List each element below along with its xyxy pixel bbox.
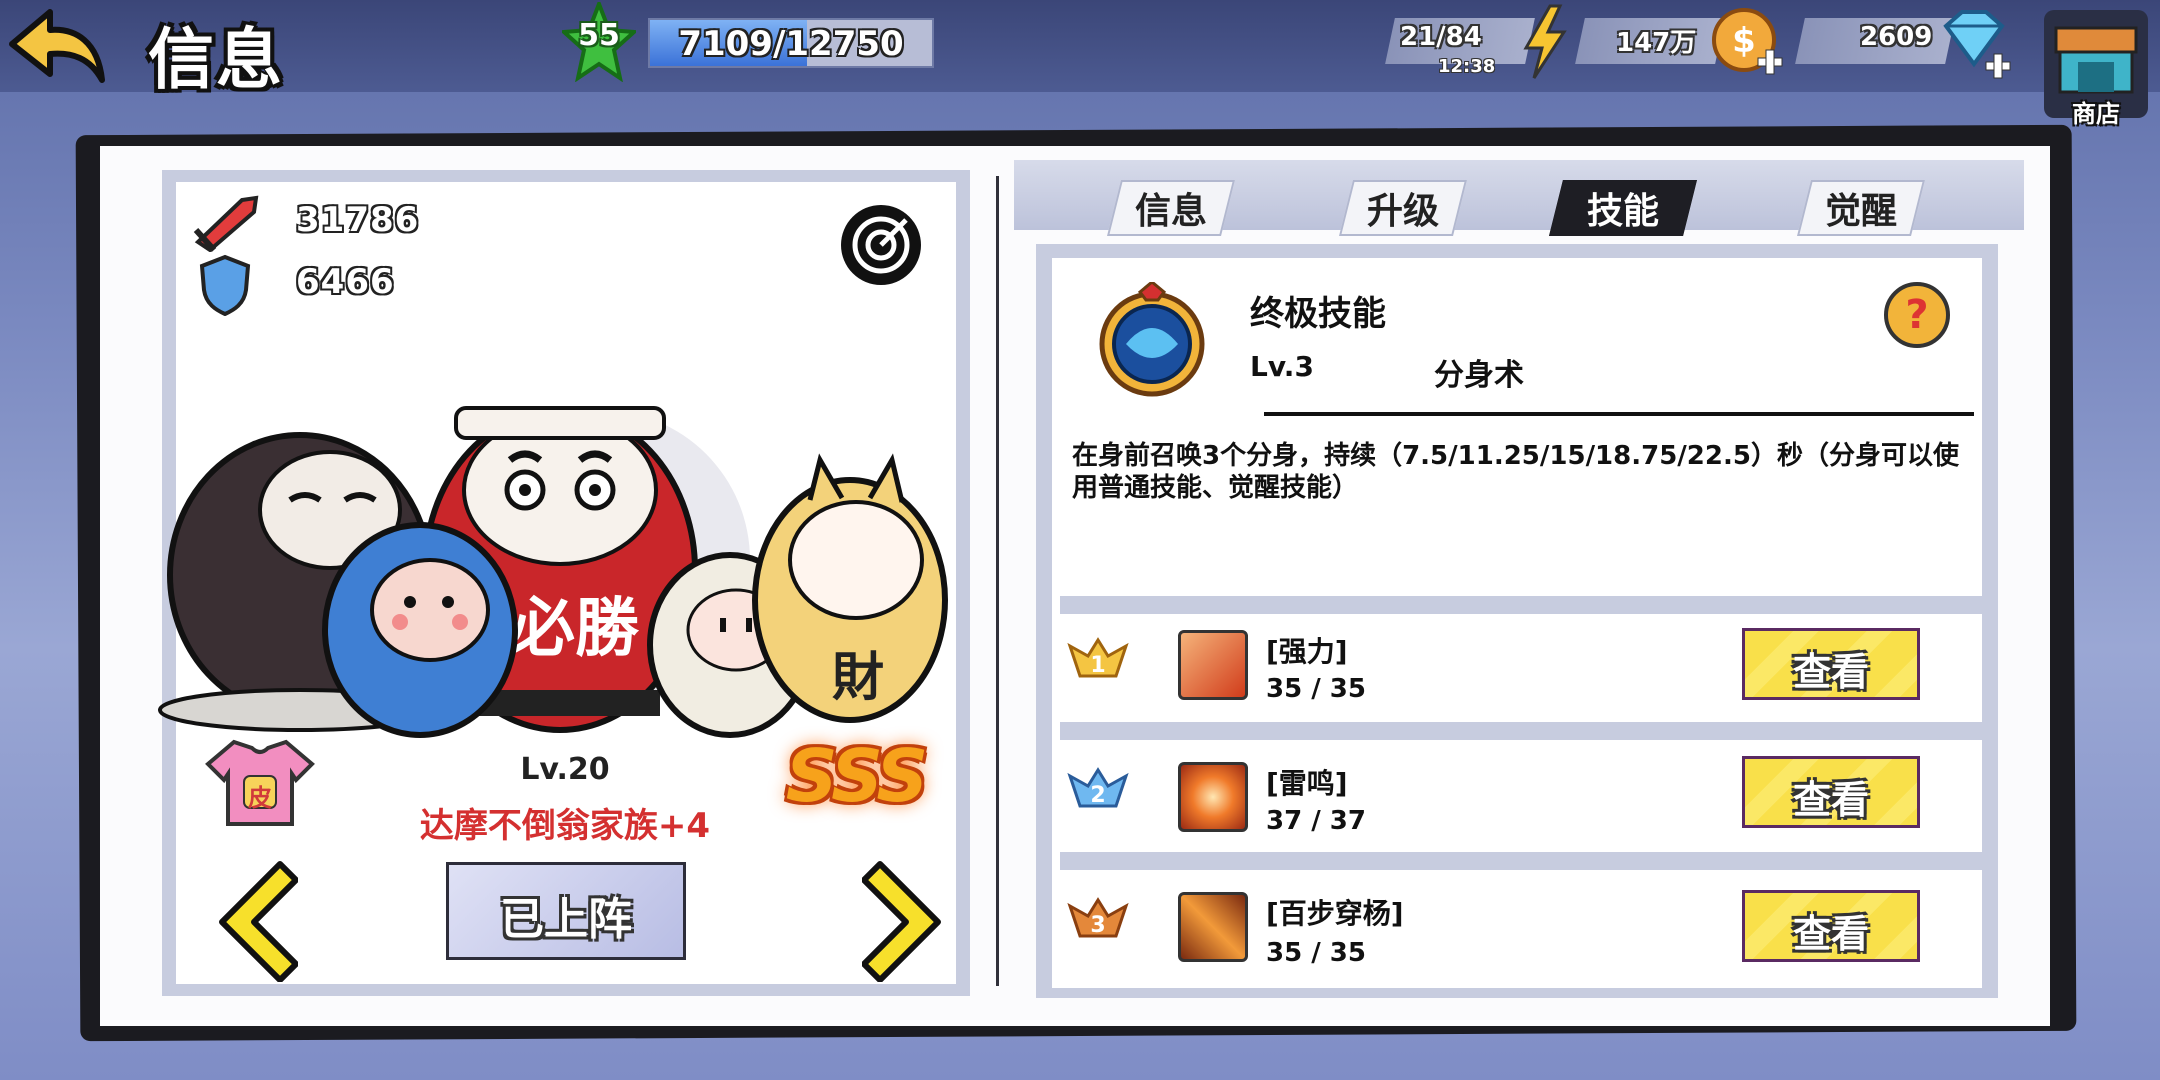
deployed-button[interactable]: 已上阵: [446, 862, 686, 960]
hero-daruma-illustration: 必勝 財: [158, 406, 948, 738]
svg-text:2: 2: [1090, 783, 1105, 808]
svg-text:財: 財: [832, 647, 884, 708]
svg-text:3: 3: [1090, 913, 1105, 938]
pierce-skill-icon: [1178, 892, 1248, 962]
thunder-skill-icon: [1178, 762, 1248, 832]
hero-level: Lv.20: [520, 752, 610, 787]
ultimate-title: 终极技能: [1250, 294, 1386, 334]
rank-badge: SSS: [780, 734, 930, 822]
skill-1-value: 35 / 35: [1266, 674, 1366, 704]
tab-skills[interactable]: 技能: [1549, 180, 1697, 236]
svg-text:$: $: [1732, 21, 1756, 61]
player-level: 55: [578, 18, 620, 53]
diamond-add-icon[interactable]: [1934, 8, 2014, 80]
skill-1-name: [强力]: [1266, 635, 1348, 668]
panel-divider: [996, 176, 999, 986]
attack-value: 31786: [296, 200, 420, 240]
tab-upgrade[interactable]: 升级: [1339, 180, 1467, 236]
view-skill-1-label: 查看: [1792, 650, 1869, 694]
rank-2-badge-icon: 2: [1067, 767, 1129, 808]
view-skill-1-button[interactable]: 查看: [1742, 628, 1920, 700]
rank-1-badge-icon: 1: [1067, 637, 1129, 678]
svg-text:必勝: 必勝: [511, 591, 640, 666]
gold-value: 147万: [1616, 28, 1697, 58]
rank-3-badge-icon: 3: [1067, 897, 1129, 938]
exp-text: 7109/12750: [678, 24, 904, 64]
row-separator: [1060, 722, 1990, 740]
svg-text:1: 1: [1090, 653, 1105, 678]
stamina-value: 21/84: [1400, 22, 1482, 52]
lightning-icon: [1523, 4, 1567, 79]
ultimate-name: 分身术: [1434, 358, 1524, 393]
deployed-label: 已上阵: [500, 894, 632, 945]
diamond-value: 2609: [1860, 22, 1933, 52]
view-skill-2-label: 查看: [1792, 778, 1869, 822]
gold-coin-add-icon[interactable]: $: [1710, 6, 1784, 80]
tab-awaken[interactable]: 觉醒: [1797, 180, 1925, 236]
ultimate-skill-icon: [1099, 282, 1205, 397]
row-separator: [1060, 596, 1990, 614]
tab-awaken-label: 觉醒: [1824, 191, 1897, 232]
tab-info-label: 信息: [1134, 191, 1207, 232]
rank-text: SSS: [785, 734, 928, 818]
defense-value: 6466: [296, 262, 395, 302]
ultimate-level: Lv.3: [1250, 350, 1314, 383]
ultimate-divider: [1264, 412, 1974, 416]
sword-icon: [193, 195, 259, 252]
view-skill-2-button[interactable]: 查看: [1742, 756, 1920, 828]
tab-upgrade-label: 升级: [1366, 191, 1439, 232]
skill-2-value: 37 / 37: [1266, 806, 1366, 836]
ultimate-description: 在身前召唤3个分身，持续（7.5/11.25/15/18.75/22.5）秒（分…: [1072, 441, 1959, 503]
tab-skills-label: 技能: [1586, 191, 1659, 232]
stamina-timer: 12:38: [1438, 56, 1496, 77]
tab-info[interactable]: 信息: [1107, 180, 1235, 236]
prev-arrow-icon[interactable]: [216, 860, 298, 982]
view-skill-3-button[interactable]: 查看: [1742, 890, 1920, 962]
next-arrow-icon[interactable]: [862, 860, 944, 982]
help-button[interactable]: ?: [1884, 282, 1950, 348]
skill-2-name: [雷鸣]: [1266, 767, 1348, 800]
back-arrow-icon[interactable]: [6, 6, 106, 86]
row-separator: [1060, 852, 1990, 870]
shield-icon: [199, 254, 251, 316]
skin-label: 皮: [248, 784, 272, 812]
target-icon[interactable]: [840, 204, 922, 286]
exp-bar: 7109/12750: [648, 18, 934, 68]
page-title: 信息: [148, 21, 284, 98]
shop-label: 商店: [2072, 100, 2120, 128]
skill-3-value: 35 / 35: [1266, 938, 1366, 968]
help-icon: ?: [1905, 292, 1929, 338]
strength-skill-icon: [1178, 630, 1248, 700]
hero-name: 达摩不倒翁家族+4: [419, 806, 711, 846]
skill-3-name: [百步穿杨]: [1266, 897, 1404, 930]
view-skill-3-label: 查看: [1792, 912, 1869, 956]
